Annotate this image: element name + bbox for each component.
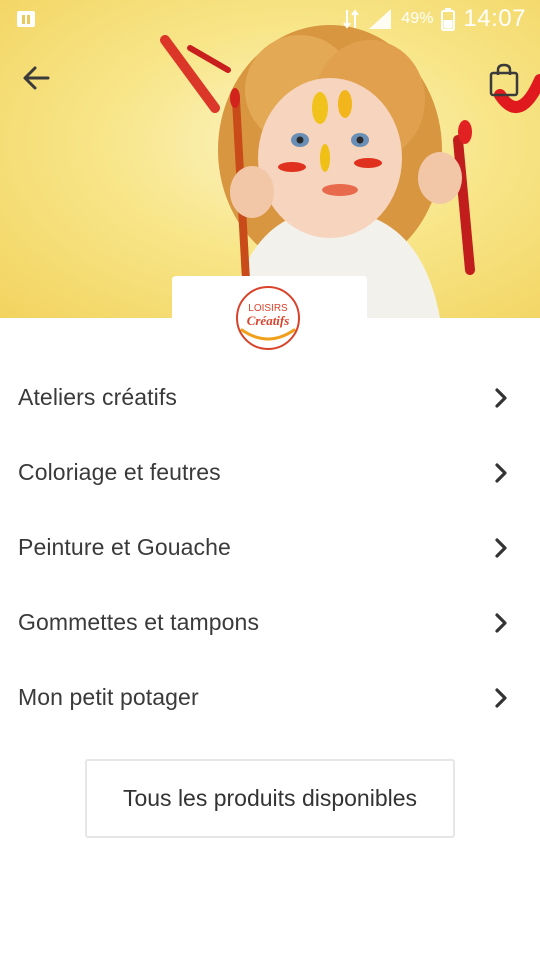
all-products-button[interactable]: Tous les produits disponibles: [85, 759, 455, 838]
battery-percent: 49%: [401, 10, 434, 27]
data-transfer-icon: [343, 9, 360, 29]
menu-item-label: Peinture et Gouache: [18, 534, 231, 560]
status-time: 14:07: [463, 5, 526, 32]
brand-logo: LOISIRS Créatifs: [236, 286, 300, 350]
category-menu: Ateliers créatifs Coloriage et feutres P…: [0, 360, 540, 735]
menu-item-label: Mon petit potager: [18, 684, 199, 710]
menu-item-gommettes-et-tampons[interactable]: Gommettes et tampons: [0, 585, 540, 660]
status-bar: 49% 14:07: [0, 0, 540, 38]
back-button[interactable]: [14, 58, 58, 98]
chevron-right-icon: [494, 387, 510, 409]
logo-line2: Créatifs: [247, 313, 290, 328]
menu-item-coloriage-et-feutres[interactable]: Coloriage et feutres: [0, 435, 540, 510]
chevron-right-icon: [494, 462, 510, 484]
menu-item-label: Ateliers créatifs: [18, 384, 177, 410]
arrow-left-icon: [23, 66, 50, 90]
chevron-right-icon: [494, 537, 510, 559]
menu-item-ateliers-creatifs[interactable]: Ateliers créatifs: [0, 360, 540, 435]
hero-photo-child-painting: [160, 25, 540, 318]
hero-banner: 49% 14:07: [0, 0, 540, 318]
signal-icon: [369, 9, 392, 29]
shopping-bag-icon: [489, 63, 519, 97]
menu-item-mon-petit-potager[interactable]: Mon petit potager: [0, 660, 540, 735]
chevron-right-icon: [494, 612, 510, 634]
battery-icon: [441, 8, 456, 31]
menu-item-label: Coloriage et feutres: [18, 459, 221, 485]
menu-item-label: Gommettes et tampons: [18, 609, 260, 635]
menu-item-peinture-et-gouache[interactable]: Peinture et Gouache: [0, 510, 540, 585]
notification-icon: [17, 11, 35, 27]
cart-button[interactable]: [482, 58, 526, 102]
chevron-right-icon: [494, 687, 510, 709]
